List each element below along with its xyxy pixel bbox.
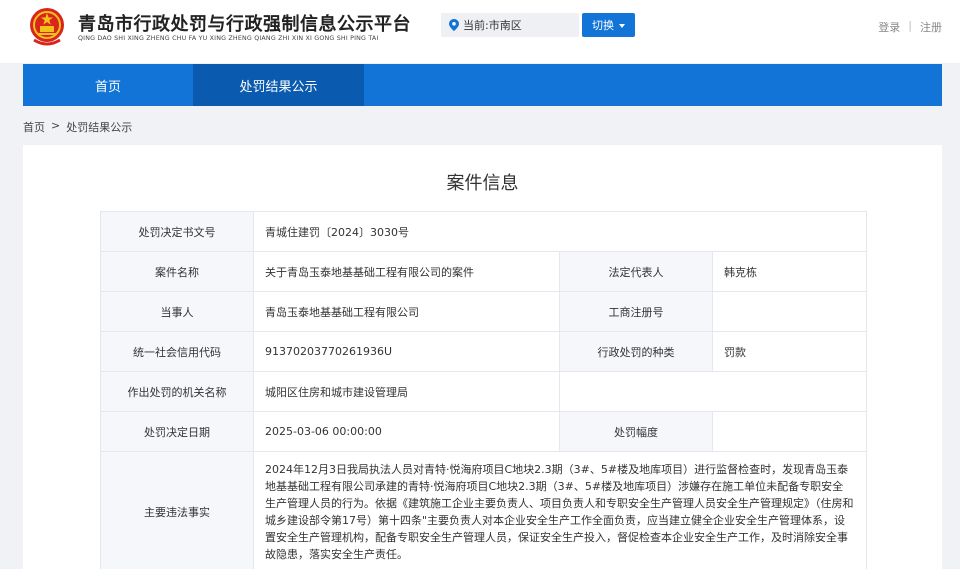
credit-code-value: 91370203770261936U: [253, 331, 560, 372]
facts-label: 主要违法事实: [100, 451, 254, 569]
decision-no-label: 处罚决定书文号: [100, 211, 254, 252]
decision-date-value: 2025-03-06 00:00:00: [253, 411, 560, 452]
penalty-amount-label: 处罚幅度: [559, 411, 713, 452]
breadcrumb-home[interactable]: 首页: [23, 119, 45, 135]
site-subtitle: QING DAO SHI XING ZHENG CHU FA YU XING Z…: [78, 35, 379, 42]
register-link[interactable]: 注册: [920, 19, 942, 35]
table-row: 统一社会信用代码 91370203770261936U 行政处罚的种类 罚款: [100, 331, 867, 372]
party-label: 当事人: [100, 291, 254, 332]
auth-separator: |: [908, 19, 912, 32]
facts-value: 2024年12月3日我局执法人员对青特·悦海府项目C地块2.3期（3#、5#楼及…: [253, 451, 867, 569]
table-row: 处罚决定书文号 青城住建罚〔2024〕3030号: [100, 211, 867, 252]
party-value: 青岛玉泰地基基础工程有限公司: [253, 291, 560, 332]
table-row: 作出处罚的机关名称 城阳区住房和城市建设管理局: [100, 371, 867, 412]
case-name-value: 关于青岛玉泰地基基础工程有限公司的案件: [253, 251, 560, 292]
switch-label: 切换: [592, 19, 614, 32]
breadcrumb-separator: >: [51, 119, 61, 132]
legal-rep-value: 韩克栋: [712, 251, 867, 292]
location-label: 当前:市南区: [463, 19, 522, 32]
table-row: 案件名称 关于青岛玉泰地基基础工程有限公司的案件 法定代表人 韩克栋: [100, 251, 867, 292]
breadcrumb: 首页 > 处罚结果公示: [23, 119, 132, 135]
switch-location-button[interactable]: 切换: [582, 13, 635, 37]
penalty-amount-value: [712, 411, 867, 452]
case-name-label: 案件名称: [100, 251, 254, 292]
case-info-table: 处罚决定书文号 青城住建罚〔2024〕3030号 案件名称 关于青岛玉泰地基基础…: [100, 211, 867, 569]
decision-no-value: 青城住建罚〔2024〕3030号: [253, 211, 867, 252]
authority-label: 作出处罚的机关名称: [100, 371, 254, 412]
legal-rep-label: 法定代表人: [559, 251, 713, 292]
authority-value: 城阳区住房和城市建设管理局: [253, 371, 560, 412]
breadcrumb-current: 处罚结果公示: [66, 121, 133, 134]
login-link[interactable]: 登录: [878, 19, 900, 35]
auth-links: 登录 | 注册: [878, 19, 942, 35]
national-emblem-icon: [30, 8, 64, 46]
nav-item-home[interactable]: 首页: [23, 64, 193, 106]
case-panel: 案件信息 处罚决定书文号 青城住建罚〔2024〕3030号 案件名称 关于青岛玉…: [23, 145, 942, 569]
table-row: 当事人 青岛玉泰地基基础工程有限公司 工商注册号: [100, 291, 867, 332]
empty-cell: [559, 371, 867, 412]
table-row: 主要违法事实 2024年12月3日我局执法人员对青特·悦海府项目C地块2.3期（…: [100, 451, 867, 569]
site-header: 青岛市行政处罚与行政强制信息公示平台 QING DAO SHI XING ZHE…: [0, 0, 960, 63]
decision-date-label: 处罚决定日期: [100, 411, 254, 452]
main-nav: 首页 处罚结果公示: [23, 64, 942, 106]
table-row: 处罚决定日期 2025-03-06 00:00:00 处罚幅度: [100, 411, 867, 452]
caret-down-icon: [619, 24, 625, 28]
credit-code-label: 统一社会信用代码: [100, 331, 254, 372]
reg-no-label: 工商注册号: [559, 291, 713, 332]
penalty-type-label: 行政处罚的种类: [559, 331, 713, 372]
reg-no-value: [712, 291, 867, 332]
location-pin-icon: [449, 19, 459, 31]
current-location: 当前:市南区: [441, 13, 579, 37]
site-title: 青岛市行政处罚与行政强制信息公示平台: [78, 14, 411, 35]
case-title: 案件信息: [446, 173, 519, 194]
nav-item-penalty-results[interactable]: 处罚结果公示: [193, 64, 364, 106]
penalty-type-value: 罚款: [712, 331, 867, 372]
